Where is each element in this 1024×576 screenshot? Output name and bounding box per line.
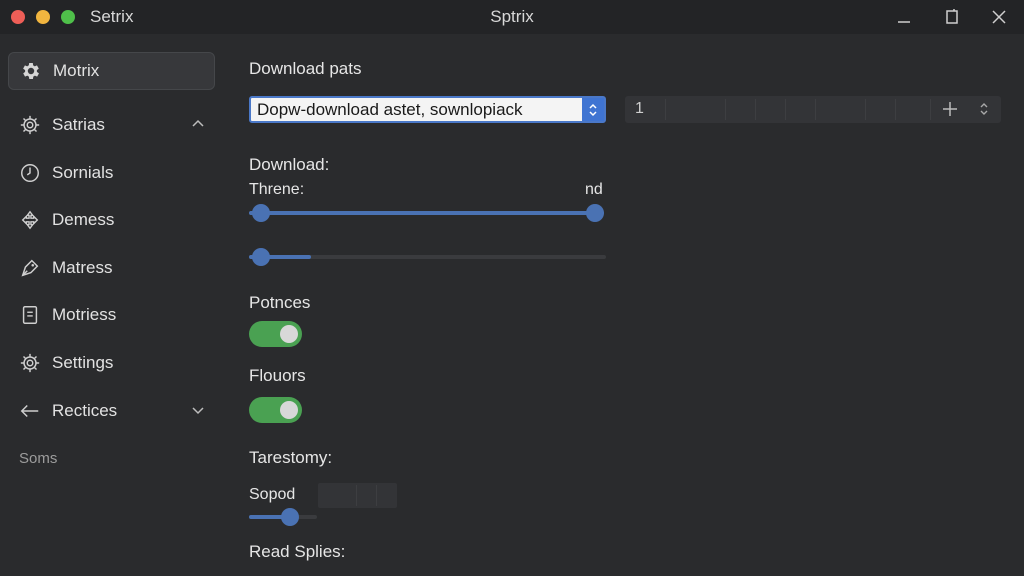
divider [815,99,816,120]
sopod-value-field[interactable] [318,483,397,508]
gear-outline-icon [18,351,42,375]
divider [755,99,756,120]
sidebar-item-motriess[interactable]: Motriess [8,296,215,334]
title-bar: Setrix Sptrix [0,0,1024,34]
second-slider[interactable] [249,248,606,266]
sidebar-item-label: Settings [52,353,114,372]
divider [865,99,866,120]
range-slider[interactable] [249,204,604,222]
sopod-slider[interactable] [249,508,317,526]
settings-panel: Download pats Dopw-download astet, sownl… [226,34,1024,576]
slider-fill [249,211,604,215]
sidebar-item-sornials[interactable]: Sornials [8,154,215,192]
potnces-toggle[interactable] [249,321,302,347]
sidebar-item-label: Sornials [52,163,114,182]
select-value: Dopw-download astet, sownlopiack [257,100,523,119]
divider [785,99,786,120]
sidebar-item-settings[interactable]: Settings [8,344,215,382]
potnces-heading: Potnces [249,293,311,312]
flouors-heading: Flouors [249,366,306,385]
sidebar-item-rectices[interactable]: Rectices [8,392,215,430]
sidebar-item-label: Motriess [52,305,117,324]
maximize-icon[interactable] [940,5,964,29]
arrow-left-icon [18,399,42,423]
divider [930,99,931,120]
download-heading: Download: [249,155,330,174]
select-arrows-icon[interactable] [582,98,604,121]
toggle-knob [280,325,298,343]
download-path-select[interactable]: Dopw-download astet, sownlopiack [249,96,606,123]
sidebar-item-label: Motrix [53,61,100,80]
stepper-value: 1 [635,100,644,117]
slider-label-right: nd [585,181,603,198]
tarestomy-heading: Tarestomy: [249,448,333,467]
sidebar-item-label: Rectices [52,401,118,420]
gear-outline-icon [18,113,42,137]
chevron-up-icon[interactable] [191,117,205,131]
sidebar-item-satrias[interactable]: Satrias [8,106,215,144]
slider-label-left: Threne: [249,181,305,198]
range-slider-end-handle[interactable] [586,204,604,222]
minimize-icon[interactable] [892,5,916,29]
sopod-label: Sopod [249,486,296,503]
puzzle-icon [18,208,42,232]
sidebar-section-label: Soms [19,450,58,467]
sidebar: Motrix Satrias Sornials Demess Matress M… [0,34,226,576]
sidebar-item-motrix[interactable]: Motrix [8,52,215,90]
sidebar-item-label: Satrias [52,115,105,134]
divider [665,99,666,120]
chevron-down-icon[interactable] [191,403,205,417]
slider-handle[interactable] [280,508,299,526]
tag-icon [18,256,42,280]
sidebar-item-demess[interactable]: Demess [8,201,215,239]
sidebar-item-label: Demess [52,210,115,229]
stepper-arrows-icon[interactable] [977,102,991,121]
window-title: Sptrix [490,7,534,26]
clock-icon [18,161,42,185]
divider [725,99,726,120]
read-splies-heading: Read Splies: [249,542,346,561]
slider-handle[interactable] [252,248,270,266]
divider [376,485,377,506]
flouors-toggle[interactable] [249,397,302,423]
close-icon[interactable] [987,5,1011,29]
divider [895,99,896,120]
range-slider-start-handle[interactable] [252,204,270,222]
sidebar-item-label: Matress [52,258,113,277]
download-path-heading: Download pats [249,59,362,78]
document-icon [18,303,42,327]
toggle-knob [280,401,298,419]
plus-icon[interactable] [941,100,959,123]
gear-icon [19,59,43,83]
divider [356,485,357,506]
number-stepper[interactable]: 1 [625,96,1001,123]
sidebar-item-matress[interactable]: Matress [8,249,215,287]
